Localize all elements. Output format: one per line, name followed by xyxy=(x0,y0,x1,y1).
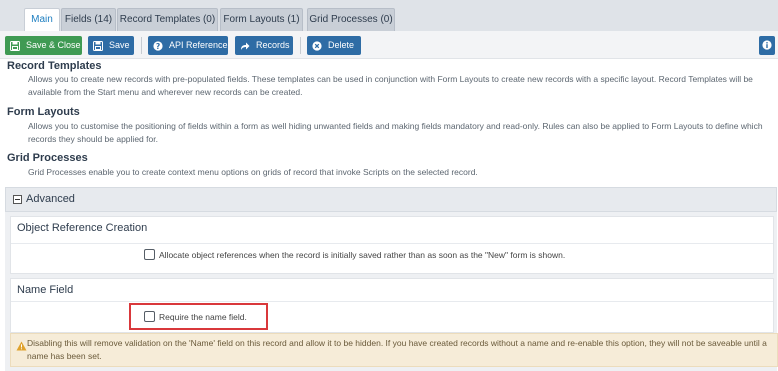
question-circle-icon: ? xyxy=(153,40,163,51)
toolbar-divider xyxy=(300,37,301,54)
form-layouts-description: Allows you to customise the positioning … xyxy=(28,121,763,144)
record-templates-heading: Record Templates xyxy=(7,60,102,72)
close-circle-icon xyxy=(312,40,322,51)
info-button[interactable] xyxy=(759,36,775,55)
tab-grid-processes[interactable]: Grid Processes (0) xyxy=(307,8,395,31)
tab-fields[interactable]: Fields (14) xyxy=(61,8,116,31)
name-field-warning: Disabling this will remove validation on… xyxy=(10,333,778,367)
save-icon xyxy=(93,40,103,51)
grid-processes-heading: Grid Processes xyxy=(7,152,88,164)
save-icon xyxy=(10,40,20,51)
tab-main[interactable]: Main xyxy=(24,8,60,32)
warning-triangle-icon xyxy=(16,338,27,351)
name-field-title: Name Field xyxy=(17,284,74,296)
tab-form-layouts[interactable]: Form Layouts (1) xyxy=(220,8,303,31)
share-arrow-icon xyxy=(240,41,250,51)
save-close-label: Save & Close xyxy=(26,40,81,50)
svg-text:?: ? xyxy=(156,42,160,51)
api-reference-label: API Reference xyxy=(169,40,228,50)
allocate-object-references-checkbox[interactable] xyxy=(144,249,155,260)
delete-label: Delete xyxy=(328,40,355,50)
form-layouts-heading: Form Layouts xyxy=(7,106,80,118)
delete-button[interactable]: Delete xyxy=(307,36,361,55)
toolbar: Save & Close Save ? API Reference Record… xyxy=(0,31,778,59)
tab-bar: Main Fields (14) Record Templates (0) Fo… xyxy=(0,0,778,32)
save-label: Save xyxy=(109,40,130,50)
warning-text: Disabling this will remove validation on… xyxy=(27,338,767,361)
name-field-panel: Name Field xyxy=(10,278,774,333)
divider xyxy=(11,301,773,302)
object-reference-panel: Object Reference Creation xyxy=(10,216,774,274)
info-icon xyxy=(762,37,772,55)
allocate-object-references-label: Allocate object references when the reco… xyxy=(159,250,566,260)
advanced-section-header[interactable]: Advanced xyxy=(5,187,777,212)
object-reference-title: Object Reference Creation xyxy=(17,222,148,234)
advanced-title: Advanced xyxy=(26,193,75,205)
divider xyxy=(11,243,773,244)
api-reference-button[interactable]: ? API Reference xyxy=(148,36,228,55)
highlight-box xyxy=(129,303,268,330)
records-label: Records xyxy=(256,40,290,50)
tab-record-templates[interactable]: Record Templates (0) xyxy=(117,8,218,31)
toolbar-divider xyxy=(141,37,142,54)
save-close-button[interactable]: Save & Close xyxy=(5,36,82,55)
save-button[interactable]: Save xyxy=(88,36,134,55)
grid-processes-description: Grid Processes enable you to create cont… xyxy=(28,167,478,177)
record-templates-description: Allows you to create new records with pr… xyxy=(28,74,753,97)
minus-square-icon[interactable] xyxy=(13,195,22,204)
records-button[interactable]: Records xyxy=(235,36,293,55)
